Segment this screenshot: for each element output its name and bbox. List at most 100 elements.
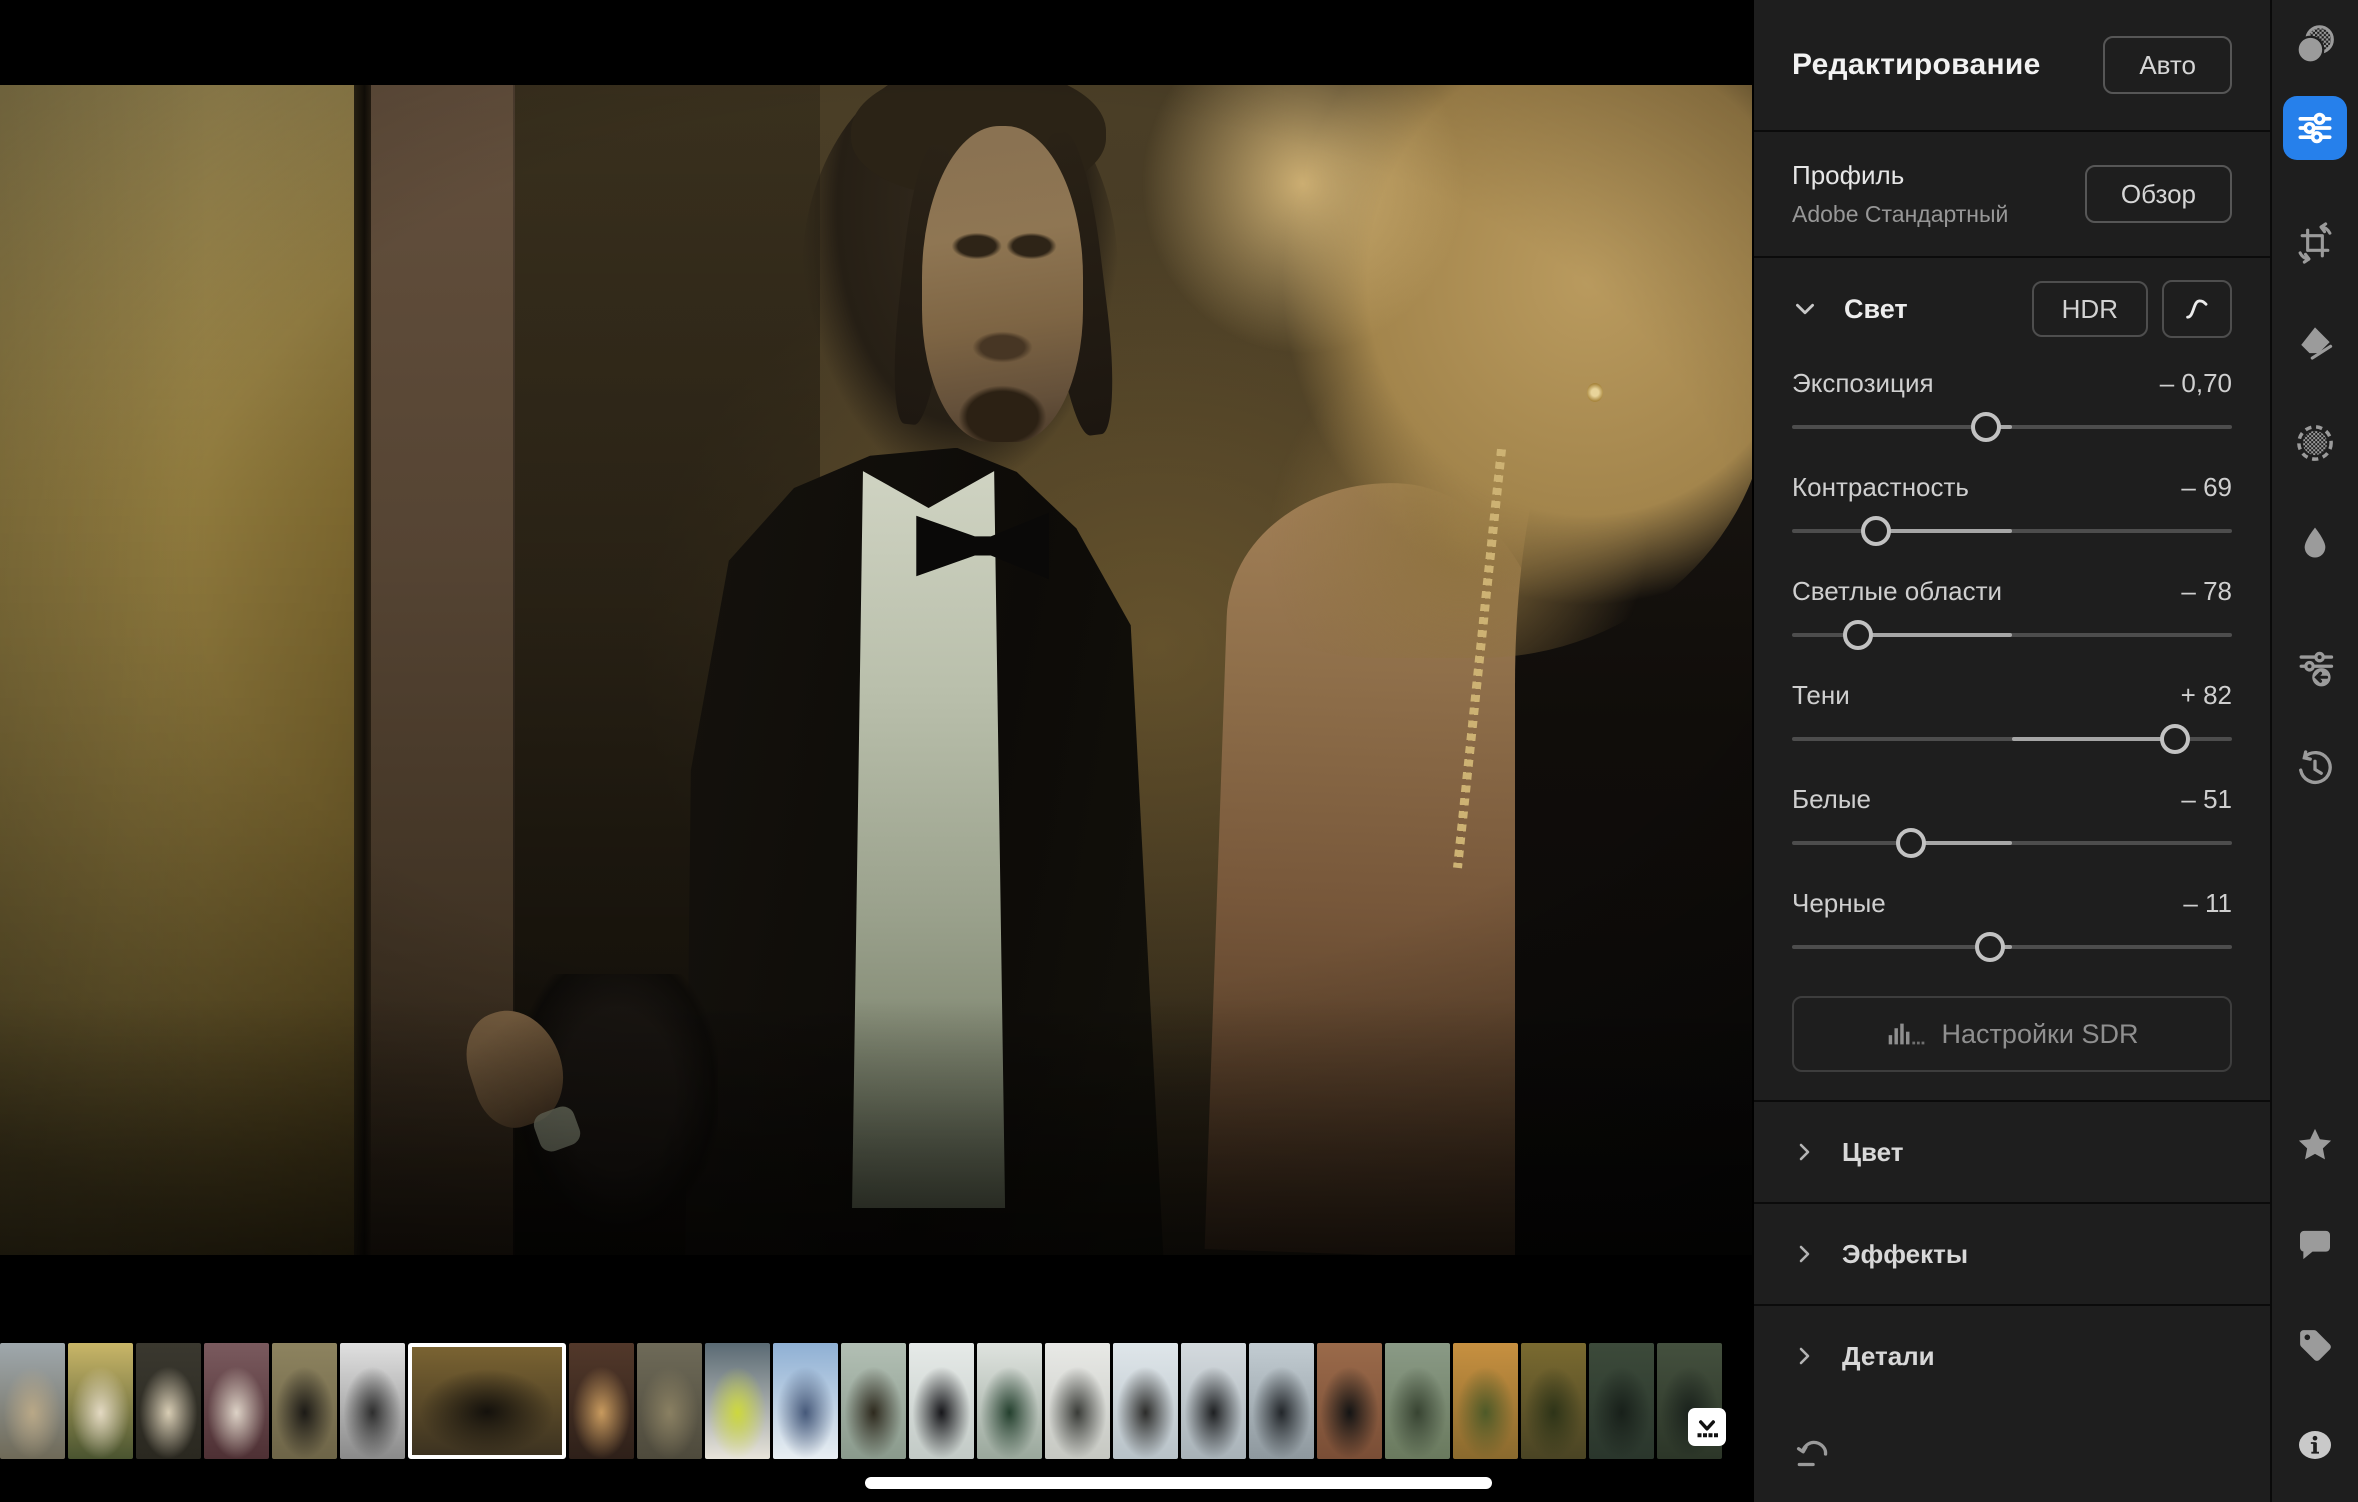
thumbnail-winter-woman-black[interactable]: [909, 1343, 974, 1459]
thumbnail-sailor-hivis[interactable]: [705, 1343, 770, 1459]
info-icon[interactable]: [2292, 1422, 2338, 1468]
chevron-down-icon[interactable]: [1792, 296, 1818, 322]
thumbnail-snowy-trees[interactable]: [977, 1343, 1042, 1459]
shadows-label: Тени: [1792, 680, 1850, 711]
whites-value: – 51: [2181, 784, 2232, 815]
thumbnail-man-dog-autumn[interactable]: [1453, 1343, 1518, 1459]
exposure-slider[interactable]: [1792, 412, 2232, 442]
thumbnail-forest-green[interactable]: [1589, 1343, 1654, 1459]
thumbnail-woman-portrait-maroon[interactable]: [204, 1343, 269, 1459]
slider-row-contrast: Контрастность – 69: [1792, 472, 2232, 546]
light-section: Свет HDR Экспозиция – 0,70 Контрастность – …: [1754, 258, 2270, 1102]
shadows-slider-handle[interactable]: [2160, 724, 2190, 754]
filmstrip-scrollbar[interactable]: [865, 1477, 1492, 1489]
exposure-label: Экспозиция: [1792, 368, 1934, 399]
tool-rail: [2270, 0, 2358, 1502]
highlights-slider-handle[interactable]: [1843, 620, 1873, 650]
thumbnail-autumn-field[interactable]: [1521, 1343, 1586, 1459]
comments-icon[interactable]: [2292, 1222, 2338, 1268]
thumbnail-winter-branches[interactable]: [1249, 1343, 1314, 1459]
highlights-slider[interactable]: [1792, 620, 2232, 650]
contrast-value: – 69: [2181, 472, 2232, 503]
profile-value: Adobe Стандартный: [1792, 201, 2008, 228]
tone-curve-icon: [2180, 294, 2214, 324]
thumbnail-man-camo-boat[interactable]: [1385, 1343, 1450, 1459]
photo-vignette: [0, 85, 1752, 1255]
eraser-tool-icon[interactable]: [2292, 320, 2338, 366]
thumbnail-man-with-cat[interactable]: [637, 1343, 702, 1459]
contrast-slider[interactable]: [1792, 516, 2232, 546]
paste-settings-icon[interactable]: [2292, 646, 2338, 692]
slider-row-highlights: Светлые области – 78: [1792, 576, 2232, 650]
whites-label: Белые: [1792, 784, 1871, 815]
hdr-button[interactable]: HDR: [2032, 281, 2148, 337]
history-icon[interactable]: [2292, 746, 2338, 792]
highlights-label: Светлые области: [1792, 576, 2002, 607]
edit-tool-icon[interactable]: [2283, 96, 2347, 160]
tone-curve-button[interactable]: [2162, 280, 2232, 338]
thumbnail-woman-storefront[interactable]: [136, 1343, 201, 1459]
chevron-right-icon: [1792, 1242, 1816, 1266]
profile-browse-button[interactable]: Обзор: [2085, 165, 2232, 223]
blacks-label: Черные: [1792, 888, 1886, 919]
thumbnail-winter-woman-fur[interactable]: [841, 1343, 906, 1459]
exposure-value: – 0,70: [2160, 368, 2232, 399]
exposure-slider-handle[interactable]: [1971, 412, 2001, 442]
filmstrip-collapse-button[interactable]: [1688, 1408, 1726, 1446]
lens-blur-tool-icon[interactable]: [2292, 520, 2338, 566]
section-color-label: Цвет: [1842, 1137, 1903, 1168]
slider-row-shadows: Тени + 82: [1792, 680, 2232, 754]
slider-row-whites: Белые – 51: [1792, 784, 2232, 858]
section-effects[interactable]: Эффекты: [1754, 1204, 2270, 1306]
light-section-title[interactable]: Свет: [1844, 294, 1908, 325]
whites-slider[interactable]: [1792, 828, 2232, 858]
undo-icon[interactable]: [1792, 1430, 1836, 1474]
panel-header: Редактирование Авто: [1754, 0, 2270, 132]
filmstrip: [0, 1343, 1752, 1459]
contrast-slider-handle[interactable]: [1861, 516, 1891, 546]
section-details-label: Детали: [1842, 1341, 1935, 1372]
contrast-label: Контрастность: [1792, 472, 1969, 503]
profile-row: Профиль Adobe Стандартный Обзор: [1754, 132, 2270, 258]
blacks-slider-handle[interactable]: [1975, 932, 2005, 962]
thumbnail-man-on-boat[interactable]: [773, 1343, 838, 1459]
thumbnail-couple-bw[interactable]: [340, 1343, 405, 1459]
keywords-tag-icon[interactable]: [2292, 1322, 2338, 1368]
star-rating-icon[interactable]: [2292, 1122, 2338, 1168]
section-effects-label: Эффекты: [1842, 1239, 1968, 1270]
slider-row-blacks: Черные – 11: [1792, 888, 2232, 962]
slider-row-exposure: Экспозиция – 0,70: [1792, 368, 2232, 442]
section-color[interactable]: Цвет: [1754, 1102, 2270, 1204]
histogram-icon: [1886, 1019, 1926, 1049]
edit-panel: Редактирование Авто Профиль Adobe Станда…: [1752, 0, 2270, 1502]
masking-tool-icon[interactable]: [2292, 420, 2338, 466]
crop-tool-icon[interactable]: [2292, 220, 2338, 266]
profile-label: Профиль: [1792, 160, 2008, 191]
thumbnail-winter-fur-portrait[interactable]: [1181, 1343, 1246, 1459]
shadows-value: + 82: [2181, 680, 2232, 711]
sdr-settings-button[interactable]: Настройки SDR: [1792, 996, 2232, 1072]
blacks-slider[interactable]: [1792, 932, 2232, 962]
thumbnail-man-tuxedo[interactable]: [408, 1343, 566, 1459]
auto-button[interactable]: Авто: [2103, 36, 2232, 94]
heal-tool-icon[interactable]: [2292, 22, 2338, 68]
chevron-right-icon: [1792, 1344, 1816, 1368]
thumbnail-woman-fountain[interactable]: [272, 1343, 337, 1459]
filmstrip-collapse-icon: [1692, 1412, 1722, 1442]
thumbnail-street-fashion[interactable]: [0, 1343, 65, 1459]
chevron-right-icon: [1792, 1140, 1816, 1164]
photo-canvas[interactable]: [0, 85, 1752, 1255]
blacks-value: – 11: [2183, 888, 2232, 919]
whites-slider-handle[interactable]: [1896, 828, 1926, 858]
light-sliders: Экспозиция – 0,70 Контрастность – 69 Светлые…: [1792, 368, 2232, 962]
thumbnail-winter-church[interactable]: [1113, 1343, 1178, 1459]
page-title: Редактирование: [1792, 48, 2041, 82]
section-details[interactable]: Детали: [1754, 1306, 2270, 1406]
sdr-settings-label: Настройки SDR: [1942, 1019, 2139, 1050]
thumbnail-man-brick-wall[interactable]: [1317, 1343, 1382, 1459]
thumbnail-blonde-woman[interactable]: [569, 1343, 634, 1459]
thumbnail-women-floral[interactable]: [68, 1343, 133, 1459]
highlights-value: – 78: [2181, 576, 2232, 607]
shadows-slider[interactable]: [1792, 724, 2232, 754]
thumbnail-winter-street[interactable]: [1045, 1343, 1110, 1459]
